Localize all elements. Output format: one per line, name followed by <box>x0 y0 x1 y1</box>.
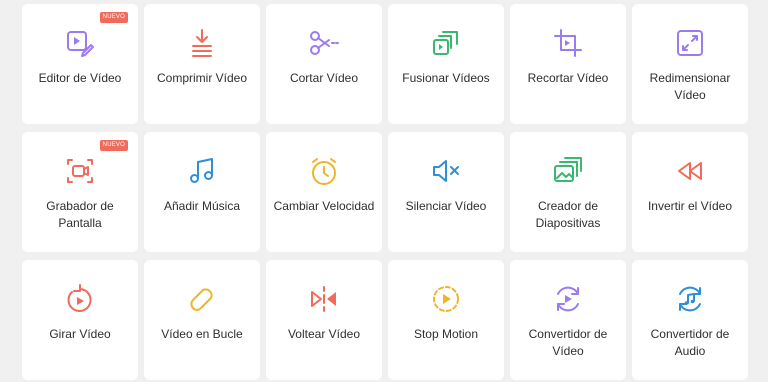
tool-card-crop[interactable]: Recortar Vídeo <box>510 4 626 124</box>
tools-grid: Editor de Vídeo NUEVO Comprimir Vídeo Corta… <box>0 0 768 382</box>
tool-label: Añadir Música <box>163 199 241 213</box>
tool-label: Voltear Vídeo <box>287 327 361 341</box>
tool-label: Silenciar Vídeo <box>405 199 487 213</box>
merge-icon <box>429 26 463 60</box>
tool-label: Vídeo en Bucle <box>161 327 243 341</box>
loop-icon <box>185 282 219 316</box>
tool-card-screen-record[interactable]: Grabador de Pantalla NUEVO <box>22 132 138 252</box>
tool-card-stopwatch[interactable]: Cambiar Velocidad <box>266 132 382 252</box>
tool-card-merge[interactable]: Fusionar Vídeos <box>388 4 504 124</box>
tool-card-compress[interactable]: Comprimir Vídeo <box>144 4 260 124</box>
tool-label: Recortar Vídeo <box>527 71 609 85</box>
tool-card-rewind[interactable]: Invertir el Vídeo <box>632 132 748 252</box>
crop-icon <box>551 26 585 60</box>
tool-card-video-convert[interactable]: Convertidor de Vídeo <box>510 260 626 380</box>
tool-card-video-edit[interactable]: Editor de Vídeo NUEVO <box>22 4 138 124</box>
compress-icon <box>185 26 219 60</box>
new-badge: NUEVO <box>99 12 128 23</box>
flip-icon <box>307 282 341 316</box>
tool-label: Grabador de Pantalla <box>46 199 114 230</box>
tool-label: Cambiar Velocidad <box>273 199 375 213</box>
tool-card-music[interactable]: Añadir Música <box>144 132 260 252</box>
stopwatch-icon <box>307 154 341 188</box>
tool-card-stop-motion[interactable]: Stop Motion <box>388 260 504 380</box>
resize-icon <box>673 26 707 60</box>
tool-card-mute[interactable]: Silenciar Vídeo <box>388 132 504 252</box>
audio-convert-icon <box>673 282 707 316</box>
tool-label: Fusionar Vídeos <box>402 71 490 85</box>
tool-label: Convertidor de Vídeo <box>528 327 608 358</box>
tool-card-scissors[interactable]: Cortar Vídeo <box>266 4 382 124</box>
screen-record-icon <box>63 154 97 188</box>
rotate-icon <box>63 282 97 316</box>
new-badge: NUEVO <box>99 140 128 151</box>
music-icon <box>185 154 219 188</box>
tool-label: Girar Vídeo <box>49 327 111 341</box>
tool-label: Cortar Vídeo <box>289 71 359 85</box>
tool-card-loop[interactable]: Vídeo en Bucle <box>144 260 260 380</box>
tool-label: Redimensionar Vídeo <box>649 71 731 102</box>
stop-motion-icon <box>429 282 463 316</box>
tool-card-flip[interactable]: Voltear Vídeo <box>266 260 382 380</box>
tool-label: Invertir el Vídeo <box>647 199 733 213</box>
tool-card-resize[interactable]: Redimensionar Vídeo <box>632 4 748 124</box>
video-convert-icon <box>551 282 585 316</box>
scissors-icon <box>307 26 341 60</box>
tool-label: Stop Motion <box>413 327 479 341</box>
tool-label: Comprimir Vídeo <box>156 71 248 85</box>
tool-label: Convertidor de Audio <box>650 327 730 358</box>
tool-card-slideshow[interactable]: Creador de Diapositivas <box>510 132 626 252</box>
video-edit-icon <box>63 26 97 60</box>
slideshow-icon <box>551 154 585 188</box>
rewind-icon <box>673 154 707 188</box>
tool-card-audio-convert[interactable]: Convertidor de Audio <box>632 260 748 380</box>
tool-label: Creador de Diapositivas <box>535 199 601 230</box>
tool-card-rotate[interactable]: Girar Vídeo <box>22 260 138 380</box>
tool-label: Editor de Vídeo <box>38 71 122 85</box>
mute-icon <box>429 154 463 188</box>
